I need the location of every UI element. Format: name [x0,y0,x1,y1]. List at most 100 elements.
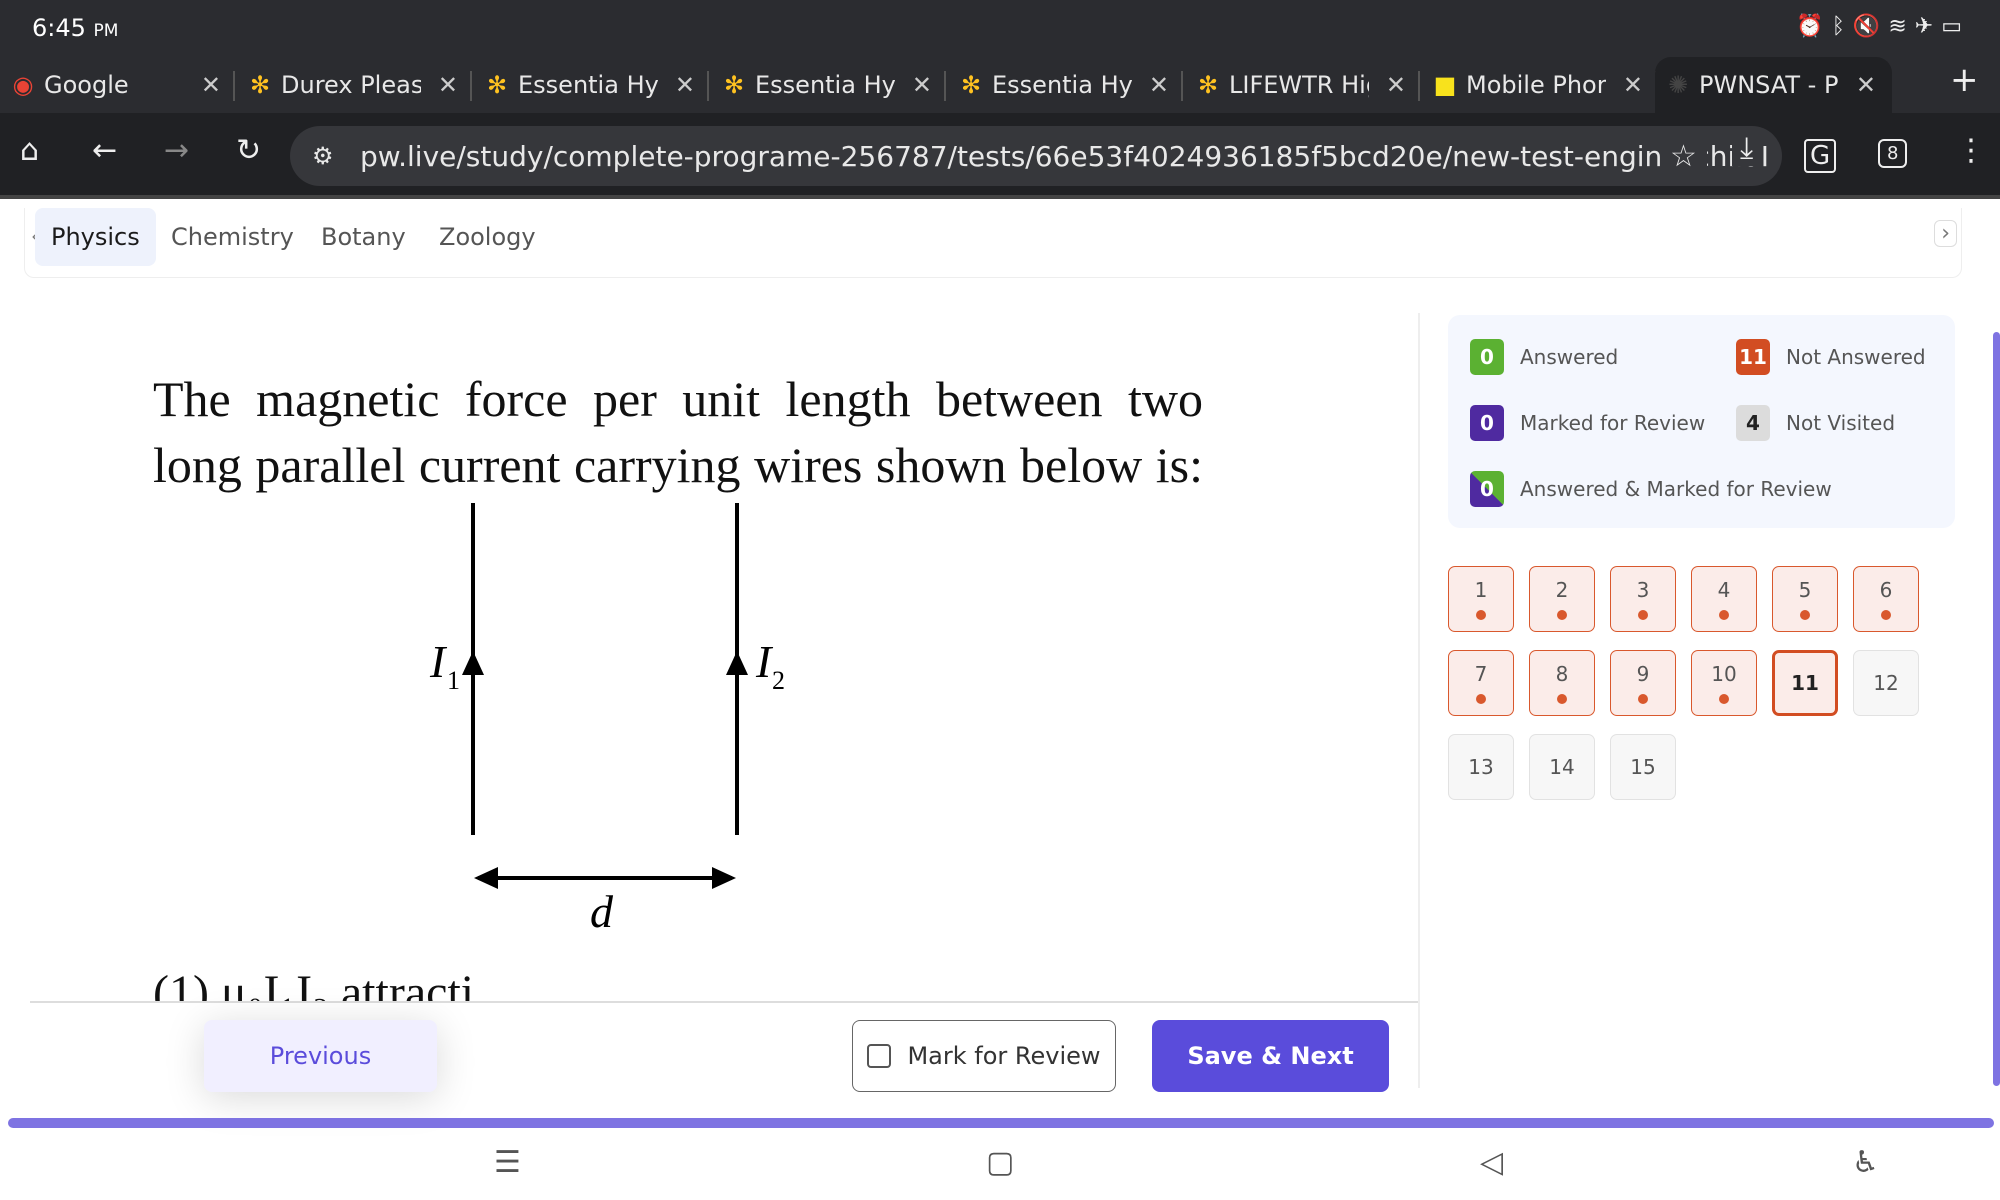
recents-icon[interactable]: ☰ [494,1145,521,1180]
walmart-icon: ✻ [486,71,508,99]
tab-title: Durex Pleasu [281,71,421,99]
mark-for-review-button[interactable]: Mark for Review [852,1020,1116,1092]
legend-marked: 0 Marked for Review [1470,405,1705,441]
tab-zoology[interactable]: Zoology [423,208,552,266]
close-tab-icon[interactable]: ✕ [1149,71,1169,99]
back-nav-icon[interactable]: ◁ [1480,1145,1503,1180]
legend-label: Not Answered [1786,345,1926,369]
previous-button[interactable]: Previous [204,1020,437,1092]
question-1-button[interactable]: 1 [1448,566,1514,632]
question-9-button[interactable]: 9 [1610,650,1676,716]
back-icon[interactable]: ← [92,133,117,168]
address-bar[interactable]: ⚙ pw.live/study/complete-programe-256787… [290,126,1782,186]
question-number: 1 [1474,578,1488,602]
bookmark-star-icon[interactable]: ☆ [1660,138,1707,174]
checkbox[interactable] [867,1044,892,1068]
question-text: The magnetic force per unit length betwe… [153,371,1203,493]
question-12-button[interactable]: 12 [1853,650,1919,716]
reload-icon[interactable]: ↻ [236,133,261,168]
label-i1-sub: 1 [447,666,460,695]
chevron-right-icon[interactable]: › [1934,220,1957,247]
not-answered-dot [1719,610,1729,620]
not-visited-count: 4 [1736,405,1770,441]
close-tab-icon[interactable]: ✕ [1856,71,1876,99]
walmart-icon: ✻ [960,71,982,99]
tab-separator [944,71,946,101]
home-icon[interactable]: ⌂ [20,133,39,168]
question-2-button[interactable]: 2 [1529,566,1595,632]
tab-count-button[interactable]: 8 [1878,139,1908,168]
tab-separator [707,71,709,101]
airplane-icon: ✈ [1914,14,1942,39]
close-tab-icon[interactable]: ✕ [1623,71,1643,99]
close-tab-icon[interactable]: ✕ [438,71,458,99]
clock: 6:45 PM [32,14,118,42]
question-8-button[interactable]: 8 [1529,650,1595,716]
close-tab-icon[interactable]: ✕ [201,71,221,99]
not-answered-dot [1557,694,1567,704]
subject-tabs: ‹ Physics Chemistry Botany Zoology › [24,208,1962,278]
menu-icon[interactable]: ⋮ [1956,133,1986,168]
browser-tab[interactable]: ✻ Durex Pleasu ✕ [237,57,474,113]
browser-tab[interactable]: ✻ Essentia Hyd ✕ [948,57,1185,113]
tab-title: Mobile Phone [1466,71,1606,99]
close-tab-icon[interactable]: ✕ [912,71,932,99]
translate-icon[interactable]: G [1804,139,1837,173]
tab-botany[interactable]: Botany [305,208,422,266]
tab-title: Essentia Hyd [518,71,658,99]
save-next-button[interactable]: Save & Next [1152,1020,1389,1092]
browser-tab[interactable]: ✺ PWNSAT - Ph ✕ [1655,57,1892,113]
tab-physics[interactable]: Physics [35,208,156,266]
close-tab-icon[interactable]: ✕ [675,71,695,99]
question-6-button[interactable]: 6 [1853,566,1919,632]
question-7-button[interactable]: 7 [1448,650,1514,716]
close-tab-icon[interactable]: ✕ [1386,71,1406,99]
question-5-button[interactable]: 5 [1772,566,1838,632]
accessibility-icon[interactable]: ♿ [1852,1145,1879,1180]
browser-tab[interactable]: ◉ Google ✕ [0,57,237,113]
divider [30,1001,1418,1003]
question-4-button[interactable]: 4 [1691,566,1757,632]
site-settings-icon[interactable]: ⚙ [312,142,334,170]
legend-label: Answered & Marked for Review [1520,477,1832,501]
home-nav-icon[interactable]: ▢ [986,1145,1014,1180]
question-10-button[interactable]: 10 [1691,650,1757,716]
question-number: 15 [1630,755,1656,779]
browser-toolbar: ⌂ ← → ↻ ⚙ pw.live/study/complete-program… [0,113,2000,199]
question-number: 4 [1717,578,1731,602]
question-13-button[interactable]: 13 [1448,734,1514,800]
url-text: pw.live/study/complete-programe-256787/t… [360,139,1770,173]
tab-title: Essentia Hyd [755,71,895,99]
tab-separator [470,71,472,101]
walmart-icon: ✻ [723,71,745,99]
legend-label: Answered [1520,345,1619,369]
new-tab-button[interactable]: + [1950,60,1979,100]
wifi-icon: ≋ [1888,14,1915,39]
google-icon: ◉ [12,71,34,99]
scrollbar[interactable] [1993,332,2000,1086]
browser-tab[interactable]: ✻ LIFEWTR Hig ✕ [1185,57,1422,113]
question-number: 3 [1636,578,1650,602]
mute-icon: 🔇 [1852,14,1889,39]
browser-tab[interactable]: ✻ Essentia Hyd ✕ [474,57,711,113]
question-number: 10 [1711,662,1737,686]
question-15-button[interactable]: 15 [1610,734,1676,800]
current-arrow-2 [726,651,748,675]
status-bar: 6:45 PM ⏰ᛒ🔇≋✈▭ [0,0,2000,57]
tab-chemistry[interactable]: Chemistry [155,208,310,266]
question-number: 11 [1791,671,1819,695]
question-14-button[interactable]: 14 [1529,734,1595,800]
browser-tab[interactable]: ■ Mobile Phone ✕ [1422,57,1659,113]
legend-not-visited: 4 Not Visited [1736,405,1895,441]
question-11-button[interactable]: 11 [1772,650,1838,716]
forward-icon[interactable]: → [164,133,189,168]
walmart-icon: ✻ [1197,71,1219,99]
marked-count: 0 [1470,405,1504,441]
download-icon[interactable]: ⤓ [1732,131,1762,166]
option-1-partial[interactable]: (1) μ₀I₁I₂ attracti [153,958,474,1001]
legend-label: Not Visited [1786,411,1896,435]
browser-tab[interactable]: ✻ Essentia Hyd ✕ [711,57,948,113]
question-3-button[interactable]: 3 [1610,566,1676,632]
battery-icon: ▭ [1941,14,1970,39]
tab-separator [1418,71,1420,101]
